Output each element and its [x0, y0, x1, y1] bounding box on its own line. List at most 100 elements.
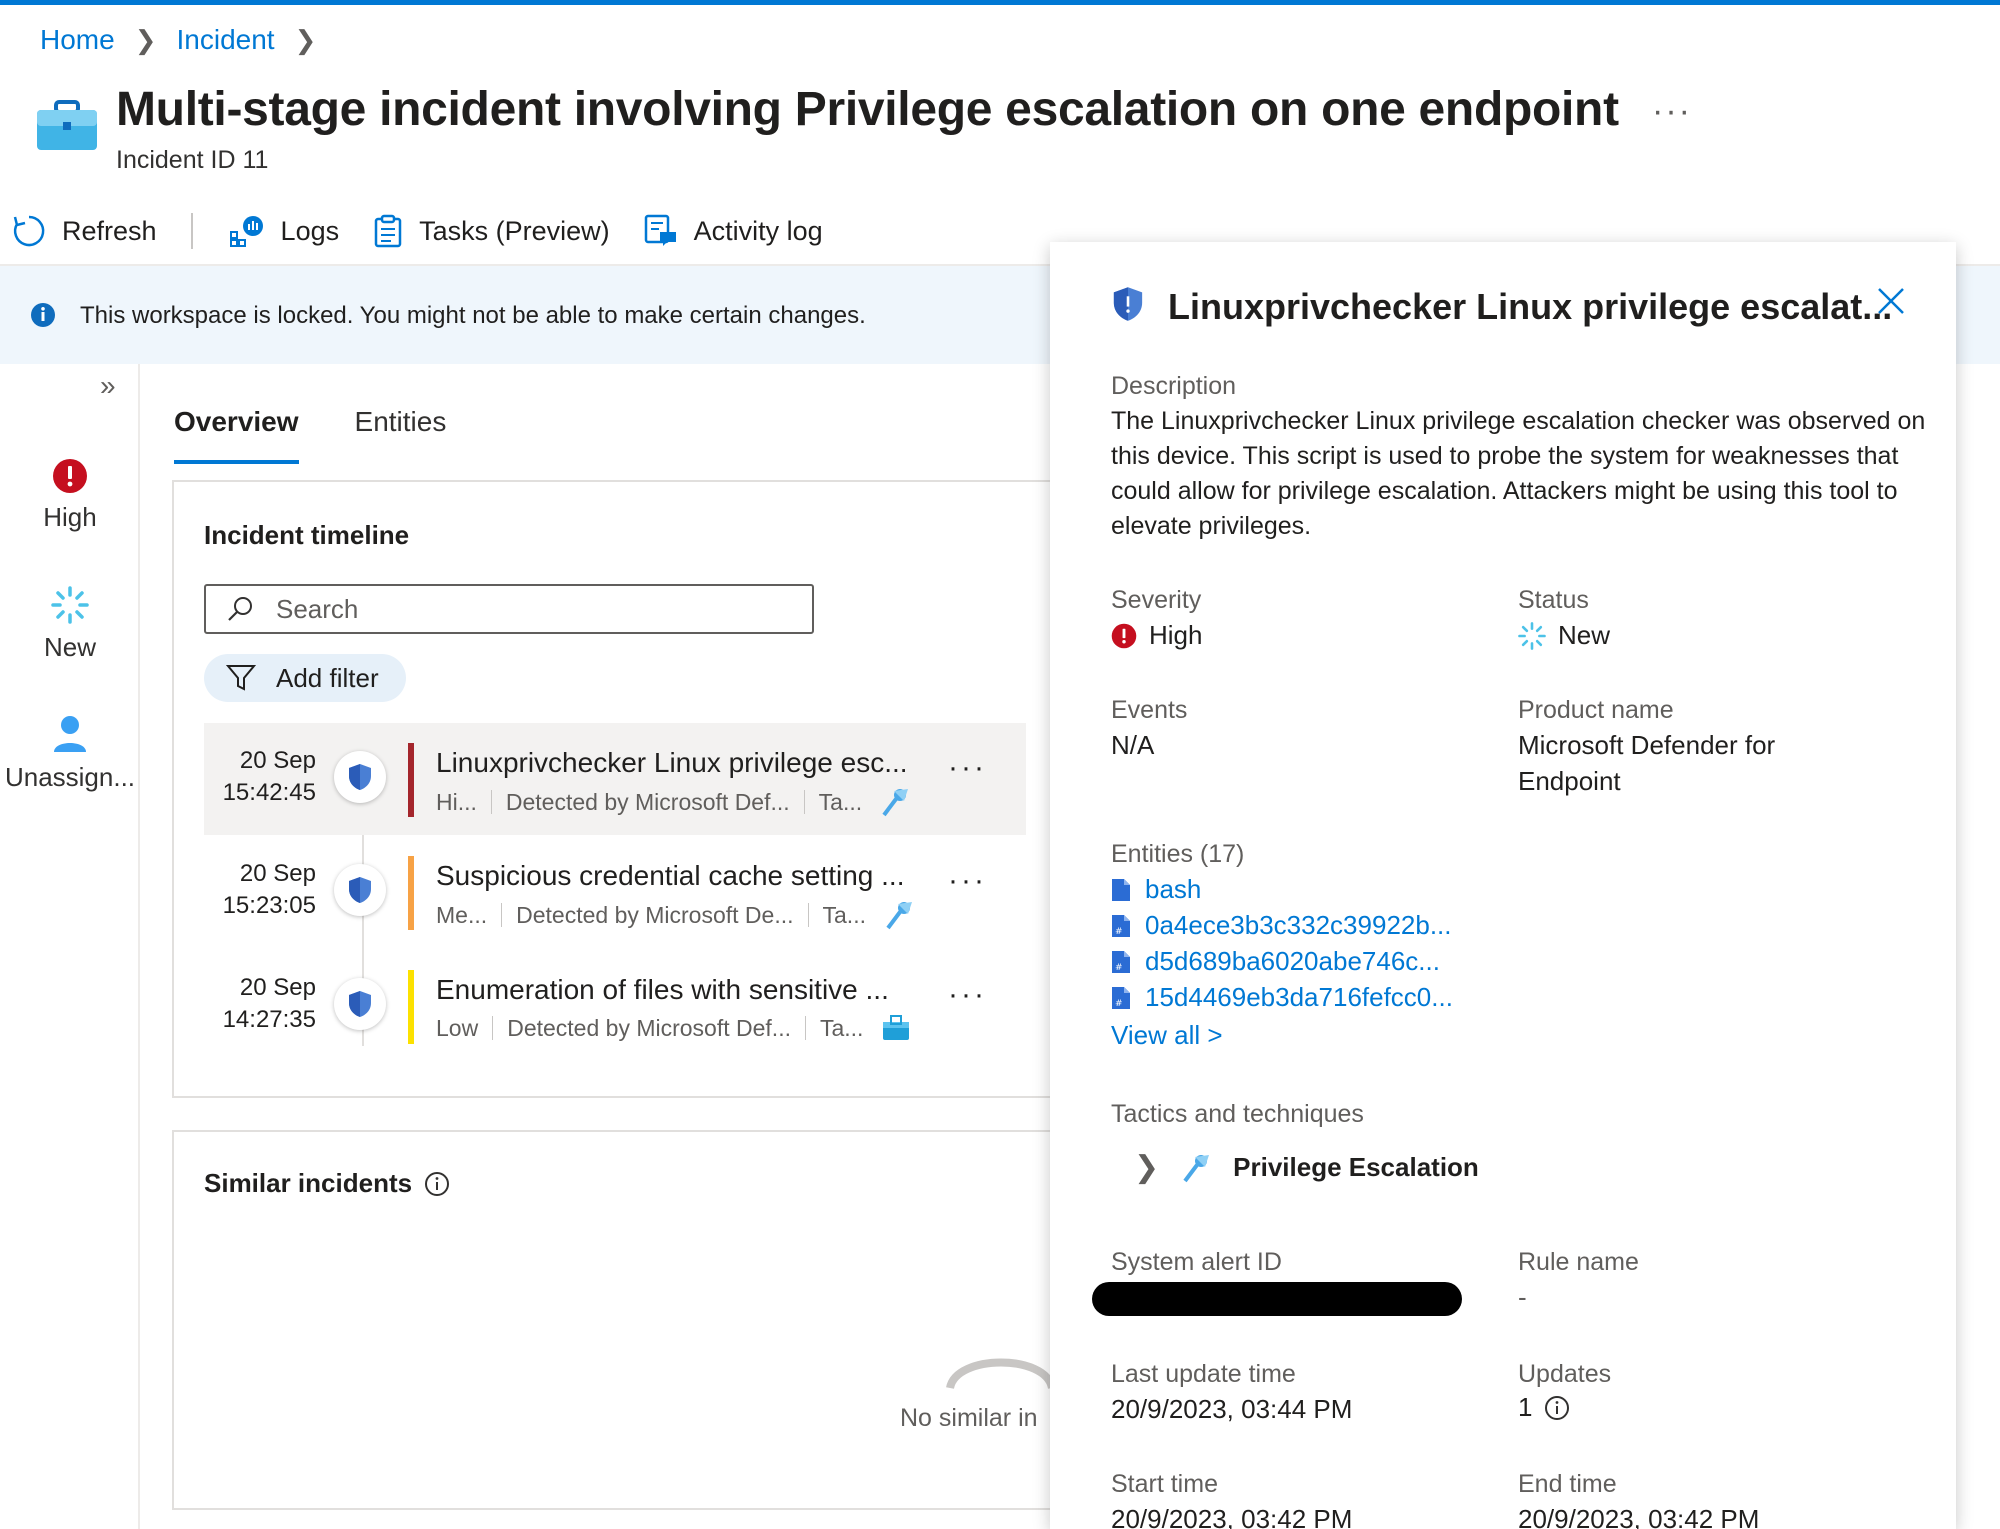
svg-text:#: #	[1115, 927, 1123, 937]
rail-owner-label: Unassign...	[4, 762, 136, 792]
description-label: Description	[1111, 372, 1237, 400]
status-value: New	[1518, 620, 1610, 651]
timeline-alert-row[interactable]: 20 Sep 14:27:35 Enumeration of files wit…	[204, 950, 1026, 1062]
refresh-icon	[13, 215, 45, 247]
activity-log-button[interactable]: Activity log	[644, 214, 823, 248]
discovery-icon	[883, 1015, 910, 1040]
close-icon[interactable]	[1876, 286, 1906, 316]
add-filter-label: Add filter	[276, 662, 379, 693]
alert-day: 20 Sep	[239, 860, 316, 887]
timeline-search-input[interactable]: Search	[204, 584, 814, 634]
rule-name-value: -	[1518, 1282, 1527, 1312]
command-bar: Refresh Logs Tasks (Preview) Activity lo…	[12, 206, 857, 256]
add-filter-button[interactable]: Add filter	[204, 654, 406, 702]
more-options-icon[interactable]: ···	[948, 751, 987, 785]
alert-date: 20 Sep 15:42:45	[204, 745, 316, 809]
tab-overview[interactable]: Overview	[174, 406, 299, 464]
entity-link[interactable]: bash	[1111, 874, 1201, 905]
logs-button[interactable]: Logs	[229, 214, 340, 248]
entity-name: 0a4ece3b3c332c39922b...	[1145, 910, 1452, 940]
expand-icon[interactable]: »	[100, 370, 116, 402]
alert-name: Linuxprivchecker Linux privilege esc...	[436, 747, 908, 778]
events-label: Events	[1111, 696, 1188, 724]
shield-icon	[334, 864, 386, 916]
description-text: The Linuxprivchecker Linux privilege esc…	[1111, 407, 1926, 540]
timeline-title: Incident timeline	[204, 520, 410, 550]
shield-icon	[1113, 287, 1143, 321]
start-time-label: Start time	[1111, 1470, 1218, 1498]
panel-title: Linuxprivchecker Linux privilege escalat…	[1168, 286, 1893, 327]
entity-name: 15d4469eb3da716fefcc0...	[1145, 982, 1453, 1012]
more-options-icon[interactable]: ···	[948, 978, 987, 1012]
system-alert-id-label: System alert ID	[1111, 1248, 1282, 1276]
similar-incidents-title: Similar incidents	[204, 1168, 450, 1199]
product-name-line2: Endpoint	[1518, 766, 1621, 796]
rail-severity: High	[0, 458, 140, 533]
more-options-icon[interactable]: ···	[948, 864, 987, 898]
alert-details-panel: Linuxprivchecker Linux privilege escalat…	[1050, 242, 1956, 1529]
entity-link[interactable]: # 15d4469eb3da716fefcc0...	[1111, 982, 1453, 1013]
alert-name: Suspicious credential cache setting ...	[436, 860, 905, 891]
high-severity-icon	[53, 459, 87, 493]
tasks-label: Tasks (Preview)	[419, 215, 610, 246]
info-icon[interactable]	[1544, 1395, 1570, 1421]
view-all-entities-link[interactable]: View all >	[1111, 1020, 1223, 1051]
last-update-label: Last update time	[1111, 1360, 1296, 1388]
alert-day: 20 Sep	[239, 974, 316, 1001]
activity-log-label: Activity log	[693, 215, 823, 246]
alert-meta: Low Detected by Microsoft Def... Ta...	[436, 1014, 911, 1042]
alert-meta: Hi... Detected by Microsoft Def... Ta...	[436, 787, 910, 817]
privilege-escalation-icon	[886, 902, 912, 930]
page-title: Multi-stage incident involving Privilege…	[116, 83, 1619, 136]
alert-source: Detected by Microsoft De...	[516, 901, 794, 928]
no-similar-message: No similar in	[900, 1404, 1038, 1432]
logs-label: Logs	[280, 215, 340, 246]
clipboard-icon	[374, 214, 402, 248]
severity-bar	[408, 743, 414, 817]
entities-label: Entities (17)	[1111, 840, 1245, 868]
more-options-icon[interactable]: ···	[1652, 92, 1692, 131]
refresh-button[interactable]: Refresh	[12, 214, 157, 248]
info-icon[interactable]	[424, 1171, 450, 1197]
breadcrumb-incident[interactable]: Incident	[177, 24, 275, 56]
timeline-alert-row[interactable]: 20 Sep 15:42:45 Linuxprivchecker Linux p…	[204, 723, 1026, 835]
tasks-button[interactable]: Tasks (Preview)	[373, 214, 610, 248]
severity-value: High	[1111, 620, 1202, 651]
shield-icon	[334, 978, 386, 1030]
tactic-row[interactable]: ❯ Privilege Escalation	[1134, 1150, 1479, 1185]
start-time-value: 20/9/2023, 03:42 PM	[1111, 1504, 1353, 1529]
alert-source: Detected by Microsoft Def...	[505, 788, 790, 815]
svg-text:#: #	[1115, 963, 1123, 973]
tab-entities[interactable]: Entities	[355, 406, 447, 464]
tactics-label: Tactics and techniques	[1111, 1100, 1364, 1128]
shield-icon	[334, 751, 386, 803]
entity-link[interactable]: # d5d689ba6020abe746c...	[1111, 946, 1440, 977]
updates-count: 1	[1518, 1392, 1533, 1422]
severity-text: High	[1149, 620, 1203, 650]
chevron-right-icon[interactable]: ❯	[1134, 1150, 1159, 1185]
timeline-alert-row[interactable]: 20 Sep 15:23:05 Suspicious credential ca…	[204, 836, 1026, 948]
filter-icon	[226, 665, 256, 691]
svg-text:#: #	[1115, 999, 1123, 1009]
alert-name: Enumeration of files with sensitive ...	[436, 974, 889, 1005]
privilege-escalation-icon	[1183, 1154, 1210, 1182]
alert-time: 14:27:35	[222, 1006, 316, 1033]
file-hash-icon: #	[1112, 950, 1130, 973]
entity-link[interactable]: # 0a4ece3b3c332c39922b...	[1111, 910, 1452, 941]
alert-date: 20 Sep 14:27:35	[204, 972, 316, 1036]
breadcrumb-home[interactable]: Home	[40, 24, 115, 56]
updates-value: 1	[1518, 1392, 1570, 1423]
severity-bar	[408, 970, 414, 1044]
alert-severity: Low	[436, 1014, 479, 1041]
chevron-right-icon: ❯	[134, 24, 157, 55]
alert-time: 15:42:45	[222, 779, 316, 806]
events-value: N/A	[1111, 730, 1155, 760]
high-severity-icon	[1111, 623, 1137, 648]
rail-status-label: New	[43, 632, 96, 662]
toolbar-divider	[190, 213, 193, 249]
end-time-value: 20/9/2023, 03:42 PM	[1518, 1504, 1760, 1529]
entity-name: bash	[1145, 874, 1202, 904]
rule-name-label: Rule name	[1518, 1248, 1639, 1276]
status-text: New	[1558, 620, 1611, 650]
logs-icon	[229, 216, 263, 247]
